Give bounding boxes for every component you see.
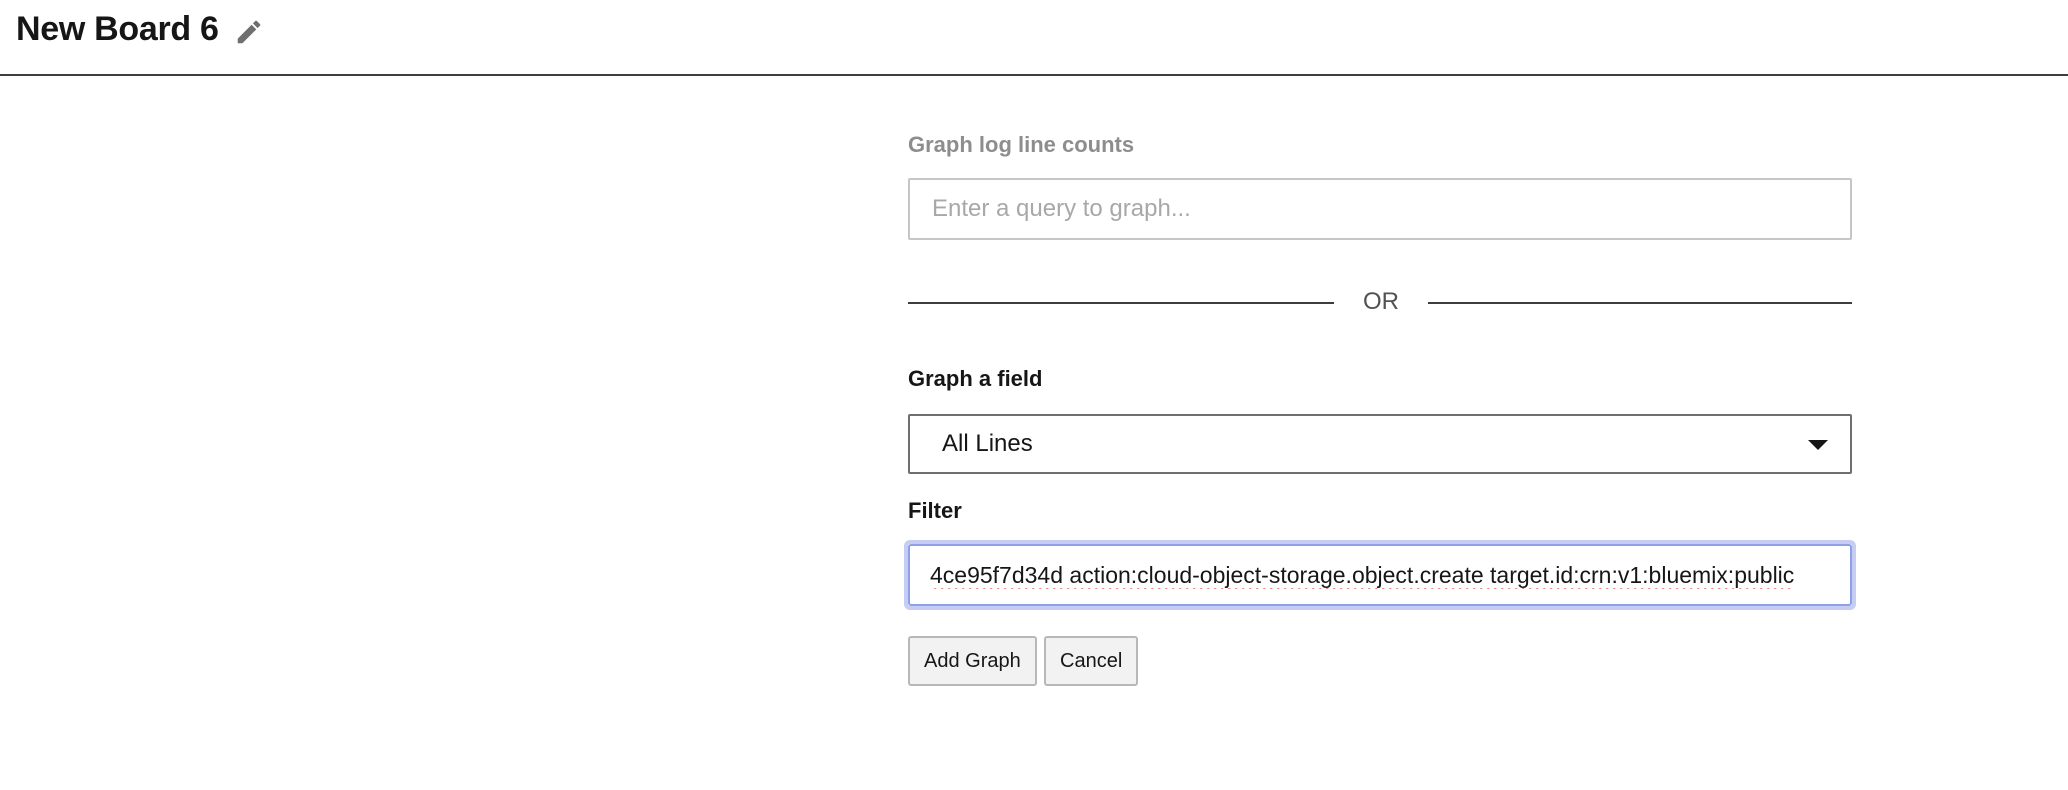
query-input[interactable] <box>908 178 1852 240</box>
pencil-icon[interactable] <box>234 17 264 47</box>
or-text: OR <box>1363 288 1399 315</box>
log-counts-label: Graph log line counts <box>908 132 1135 157</box>
cancel-button[interactable]: Cancel <box>1044 636 1139 686</box>
caret-down-icon <box>1808 440 1828 450</box>
add-graph-button[interactable]: Add Graph <box>908 636 1037 686</box>
filter-focus-ring <box>904 540 1856 610</box>
filter-input[interactable] <box>908 544 1852 606</box>
board-header: New Board 6 <box>0 0 2068 76</box>
field-select-value: All Lines <box>942 430 1033 457</box>
board-title: New Board 6 <box>16 10 219 48</box>
or-divider-left <box>908 302 1334 304</box>
field-label: Graph a field <box>908 366 1043 391</box>
field-select[interactable]: All Lines <box>908 414 1852 474</box>
filter-label: Filter <box>908 498 962 523</box>
or-divider-right <box>1428 302 1852 304</box>
